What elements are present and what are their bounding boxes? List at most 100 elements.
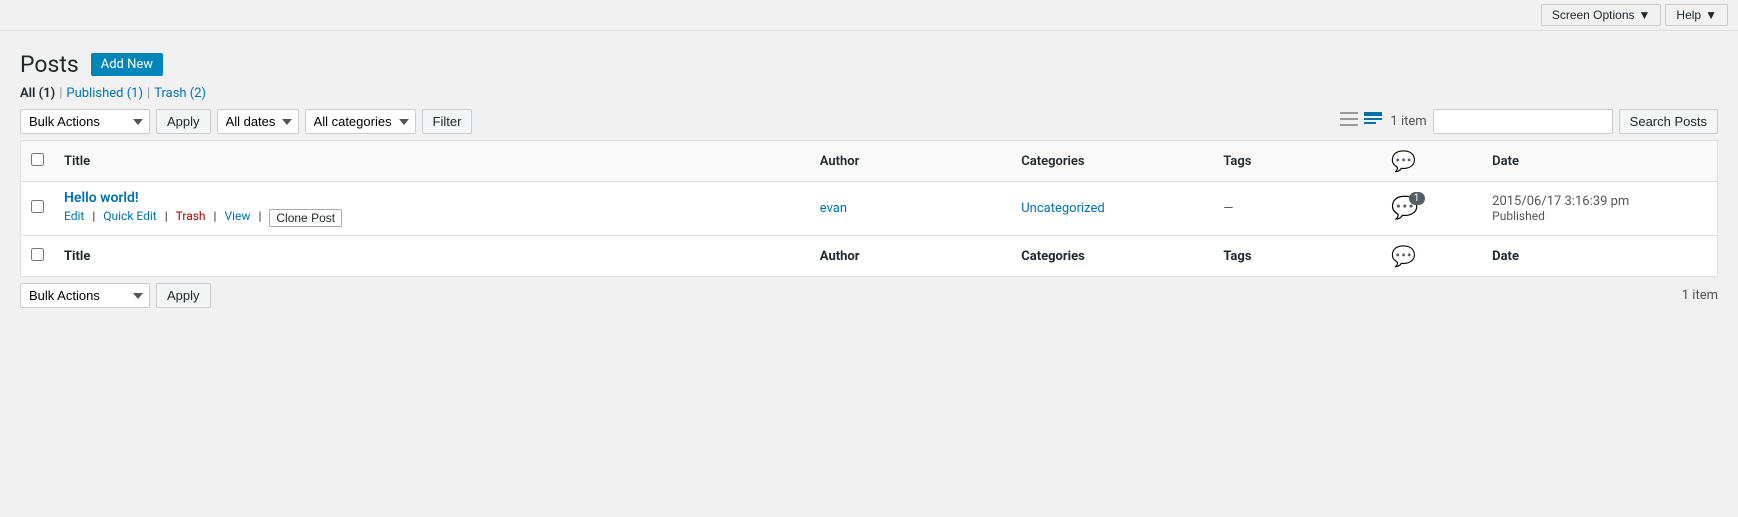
header-comments-col[interactable]: 💬 [1381,141,1482,182]
table-header-row: Title Author Categories Tags 💬 Date [21,141,1718,182]
footer-col-date-label: Date [1492,249,1519,264]
comment-count-badge: 1 [1409,192,1425,205]
header-tags-col[interactable]: Tags [1213,141,1381,182]
trash-link[interactable]: Trash [176,209,206,227]
footer-col-title-label: Title [64,249,90,264]
col-title-label: Title [64,154,90,169]
all-filter-link[interactable]: All (1) [20,86,55,101]
table-footer-row: Title Author Categories Tags 💬 Date [21,236,1718,277]
filter-button[interactable]: Filter [422,109,473,134]
screen-options-label: Screen Options [1552,8,1635,22]
footer-categories-col[interactable]: Categories [1011,236,1213,277]
help-label: Help [1676,8,1701,22]
header-title-col[interactable]: Title [54,141,810,182]
search-input[interactable] [1433,109,1613,134]
footer-date-col[interactable]: Date [1482,236,1717,277]
list-view-button[interactable] [1338,110,1360,133]
all-count: (1) [39,86,56,101]
page-title: Posts [20,51,79,78]
tablenav-left: Bulk Actions Apply All dates All categor… [20,109,472,134]
row-categories-cell: Uncategorized [1011,182,1213,236]
select-all-checkbox-bottom[interactable] [31,248,44,261]
table-body: Hello world! Edit | Quick Edit | Trash |… [21,182,1718,236]
row-checkbox[interactable] [31,200,44,213]
select-all-checkbox-top[interactable] [31,153,44,166]
trash-count: (2) [190,86,206,101]
author-link[interactable]: evan [820,201,847,216]
row-comments-cell: 💬 1 [1381,182,1482,236]
comment-bubble[interactable]: 💬 1 [1391,196,1418,221]
header-author-col[interactable]: Author [810,141,1011,182]
page-title-area: Posts Add New [20,51,1718,78]
sep2: | [147,86,150,101]
row-actions: Edit | Quick Edit | Trash | View | Clone… [64,209,800,227]
view-link[interactable]: View [224,209,250,227]
top-bar-right: Screen Options ▼ Help ▼ [1541,4,1728,26]
footer-col-tags-label: Tags [1223,249,1251,264]
tags-value: — [1223,201,1233,216]
footer-comments-col[interactable]: 💬 [1381,236,1482,277]
category-link[interactable]: Uncategorized [1021,201,1104,216]
excerpt-view-button[interactable] [1362,110,1384,133]
apply-button-top[interactable]: Apply [156,109,211,134]
all-label: All [20,86,35,101]
action-sep1: | [92,209,95,227]
col-date-label: Date [1492,154,1519,169]
bottom-tablenav-left: Bulk Actions Apply [20,283,211,308]
trash-label: Trash [154,86,186,101]
action-sep2: | [165,209,168,227]
footer-title-col[interactable]: Title [54,236,810,277]
edit-link[interactable]: Edit [64,209,84,227]
posts-table: Title Author Categories Tags 💬 Date [20,140,1718,277]
published-count: (1) [127,86,143,101]
top-bar: Screen Options ▼ Help ▼ [0,0,1738,31]
tablenav-right: 1 item Search Posts [1338,109,1718,134]
footer-author-col[interactable]: Author [810,236,1011,277]
date-status: Published [1492,209,1545,223]
row-author-cell: evan [810,182,1011,236]
header-check-column [21,141,55,182]
filter-links: All (1) | Published (1) | Trash (2) [20,86,1718,101]
published-label: Published [66,86,123,101]
sep1: | [59,86,62,101]
action-sep4: | [258,209,261,227]
footer-tags-col[interactable]: Tags [1213,236,1381,277]
comment-bubble-icon-footer: 💬 [1391,244,1416,268]
search-posts-area: Search Posts [1433,109,1718,134]
bottom-tablenav: Bulk Actions Apply 1 item [20,283,1718,308]
comment-bubble-icon-header: 💬 [1391,149,1416,173]
date-filter-select[interactable]: All dates [217,109,299,134]
bulk-actions-select-top[interactable]: Bulk Actions [20,109,150,134]
row-tags-cell: — [1213,182,1381,236]
col-categories-label: Categories [1021,154,1084,169]
post-title-link[interactable]: Hello world! [64,190,139,206]
top-tablenav: Bulk Actions Apply All dates All categor… [20,109,1718,134]
row-title-cell: Hello world! Edit | Quick Edit | Trash |… [54,182,810,236]
footer-col-categories-label: Categories [1021,249,1085,264]
search-posts-button[interactable]: Search Posts [1619,109,1718,134]
quick-edit-link[interactable]: Quick Edit [103,209,156,227]
row-check-cell [21,182,55,236]
help-chevron-icon: ▼ [1705,8,1717,22]
add-new-button[interactable]: Add New [91,53,163,76]
apply-button-bottom[interactable]: Apply [156,283,211,308]
bulk-actions-select-bottom[interactable]: Bulk Actions [20,283,150,308]
footer-col-author-label: Author [820,249,860,264]
category-filter-select[interactable]: All categories [305,109,416,134]
footer-check-column [21,236,55,277]
col-tags-label: Tags [1223,154,1251,169]
row-date-cell: 2015/06/17 3:16:39 pm Published [1482,182,1717,236]
published-filter-link[interactable]: Published (1) [66,86,143,101]
main-wrap: Posts Add New All (1) | Published (1) | … [0,31,1738,328]
view-switch [1338,110,1384,133]
bottom-item-count: 1 item [1682,288,1718,303]
help-button[interactable]: Help ▼ [1665,4,1728,26]
header-date-col[interactable]: Date [1482,141,1717,182]
trash-filter-link[interactable]: Trash (2) [154,86,206,101]
screen-options-button[interactable]: Screen Options ▼ [1541,4,1662,26]
clone-post-button[interactable]: Clone Post [269,209,342,227]
col-author-label: Author [820,154,860,169]
screen-options-chevron-icon: ▼ [1639,8,1651,22]
table-row: Hello world! Edit | Quick Edit | Trash |… [21,182,1718,236]
header-categories-col[interactable]: Categories [1011,141,1213,182]
